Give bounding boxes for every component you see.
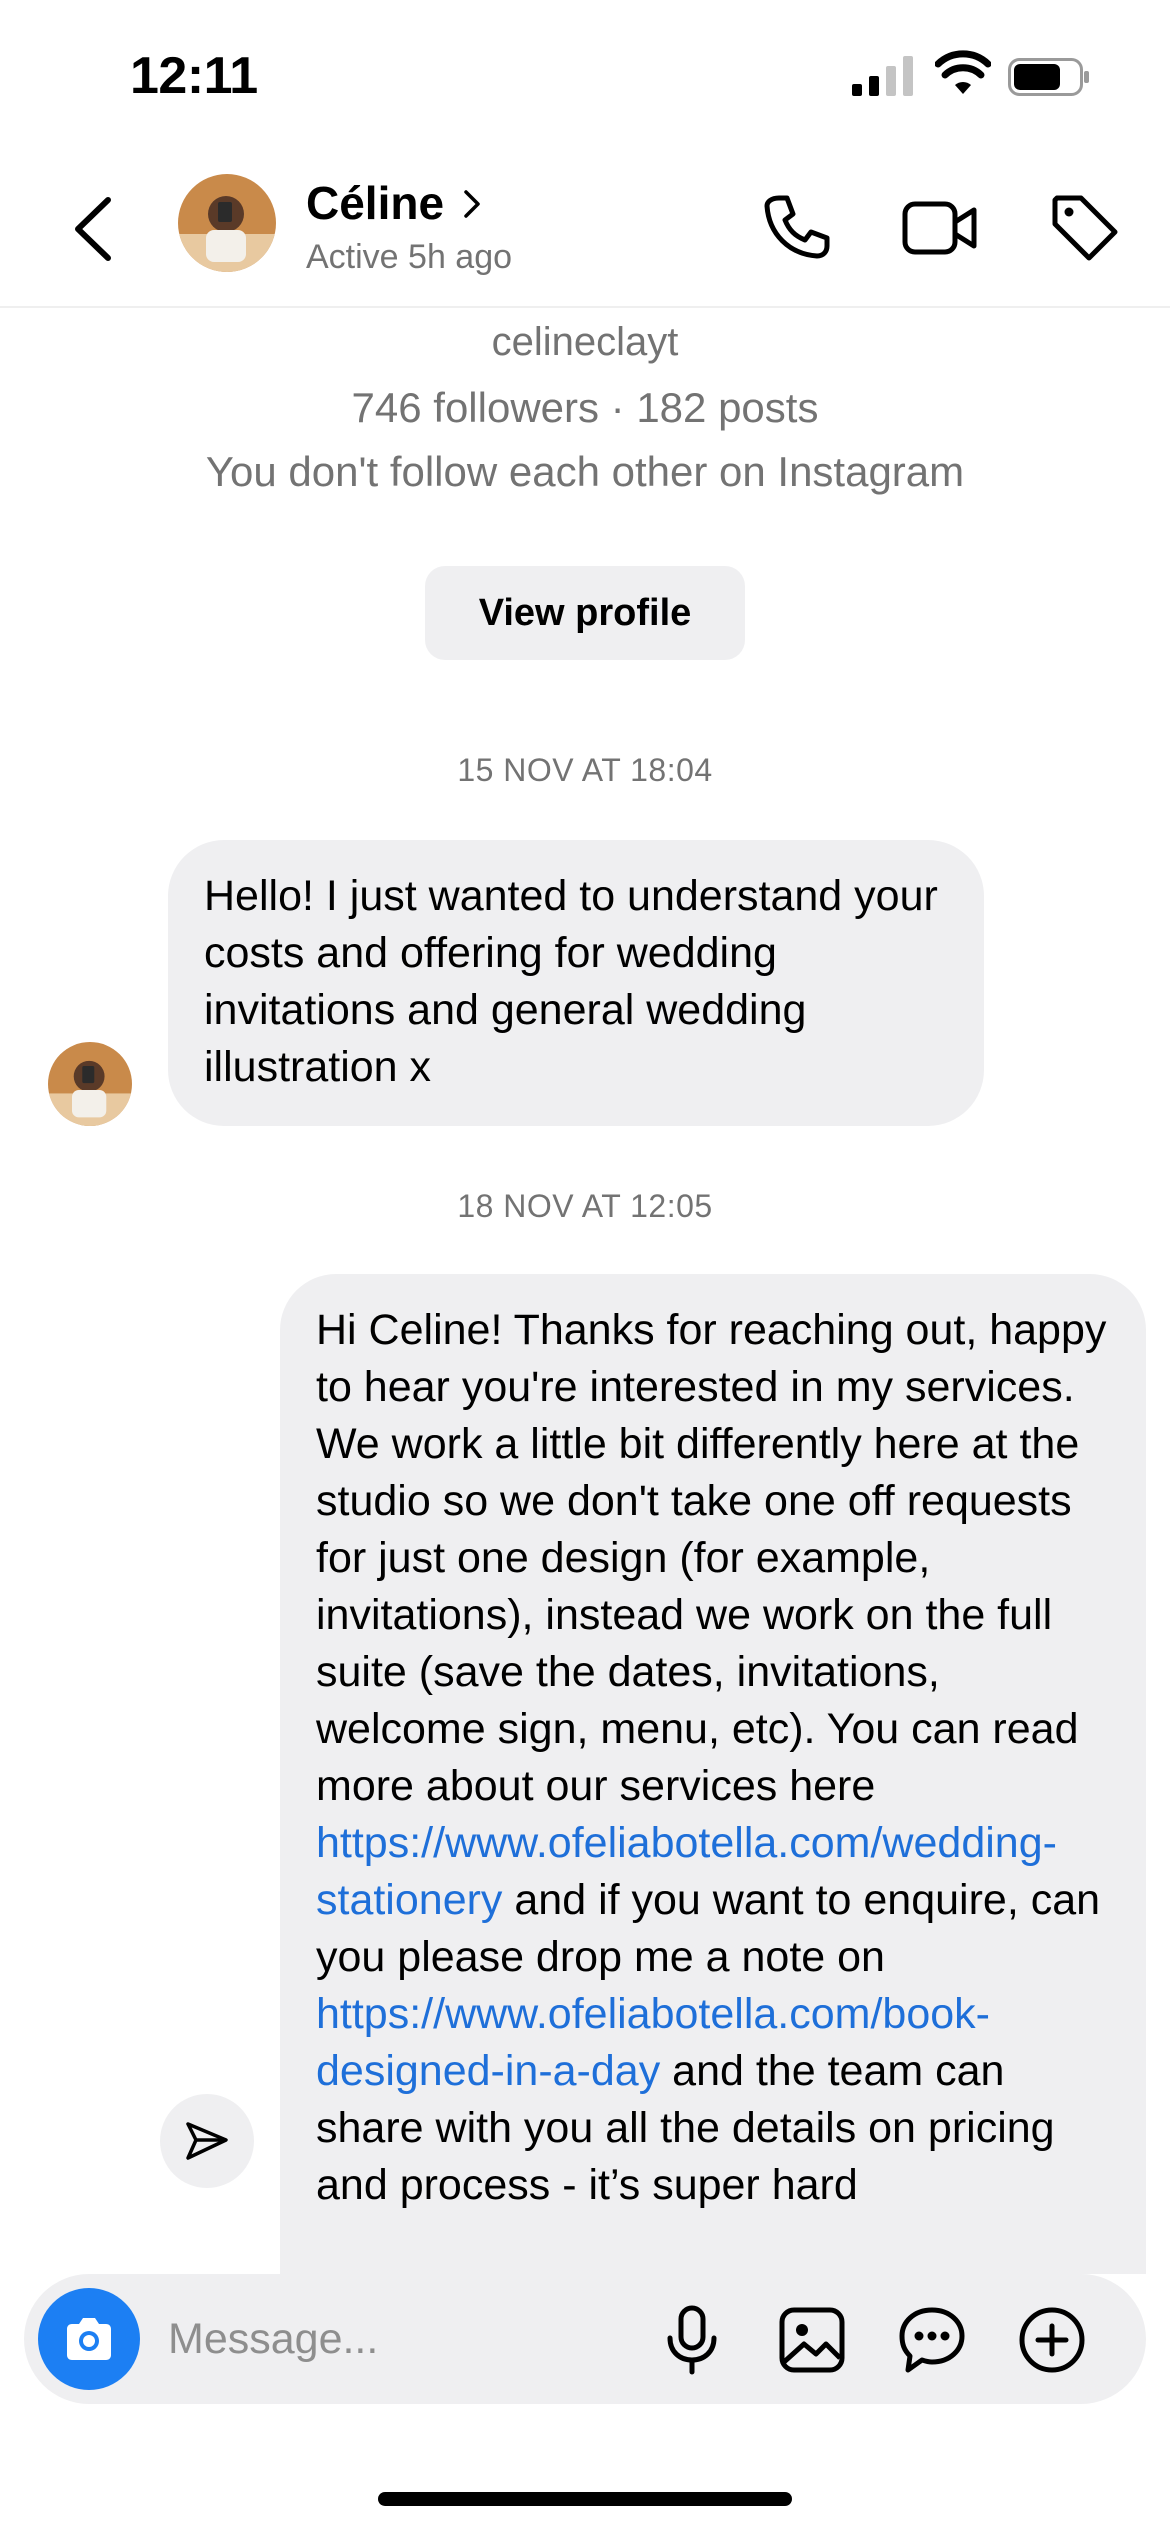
back-icon[interactable]: [68, 192, 120, 266]
share-button[interactable]: [160, 2094, 254, 2188]
avatar[interactable]: [178, 174, 276, 272]
home-indicator: [378, 2492, 792, 2506]
chevron-right-icon: [464, 190, 480, 218]
chat-header: Céline Active 5h ago: [0, 150, 1170, 308]
view-profile-button[interactable]: View profile: [425, 566, 745, 660]
contact-name-link[interactable]: Céline: [306, 176, 486, 230]
microphone-icon[interactable]: [654, 2302, 730, 2378]
message-input[interactable]: [168, 2308, 648, 2370]
video-icon[interactable]: [900, 188, 980, 268]
battery-icon: [1008, 58, 1089, 96]
send-icon: [186, 2122, 228, 2160]
profile-username: celineclayt: [491, 320, 679, 364]
status-bar: 12:11: [0, 0, 1170, 150]
plus-icon[interactable]: [1014, 2302, 1090, 2378]
phone-icon[interactable]: [755, 188, 835, 268]
tag-icon[interactable]: [1045, 188, 1125, 268]
avatar-image: [48, 1042, 132, 1126]
sticker-icon[interactable]: [894, 2302, 970, 2378]
profile-stats: 746 followers · 182 posts: [351, 384, 819, 431]
contact-name: Céline: [306, 177, 445, 229]
avatar-image: [178, 174, 276, 272]
sender-avatar[interactable]: [48, 1042, 132, 1126]
status-time: 12:11: [130, 47, 258, 105]
follow-status: You don't follow each other on Instagram: [205, 448, 965, 495]
active-status: Active 5h ago: [306, 238, 513, 276]
wifi-icon: [935, 50, 991, 94]
received-message-bubble[interactable]: Hello! I just wanted to understand your …: [168, 840, 984, 1126]
cellular-signal-icon: [852, 56, 913, 96]
sent-message-bubble[interactable]: Hi Celine! Thanks for reaching out, happ…: [280, 1274, 1146, 2274]
camera-icon: [67, 2318, 111, 2360]
message-text: Hi Celine! Thanks for reaching out, happ…: [316, 1306, 1107, 1810]
camera-button[interactable]: [38, 2288, 140, 2390]
gallery-icon[interactable]: [774, 2302, 850, 2378]
message-timestamp: 18 NOV AT 12:05: [457, 1188, 713, 1224]
message-composer: [24, 2274, 1146, 2404]
message-timestamp: 15 NOV AT 18:04: [457, 752, 713, 788]
